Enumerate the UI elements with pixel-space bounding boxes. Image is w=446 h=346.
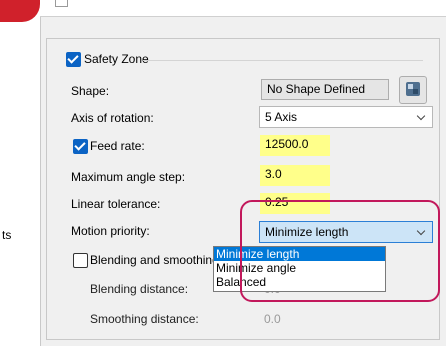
group-divider [143,60,423,61]
blending-checkbox[interactable] [73,253,88,268]
left-panel-text: ts [2,228,12,242]
blending-label: Blending and smoothing [90,253,219,267]
axis-value: 5 Axis [265,110,298,124]
cube-icon [406,82,420,96]
axis-label: Axis of rotation: [71,111,154,125]
motion-priority-select[interactable]: Minimize length [259,221,433,243]
motion-priority-dropdown: Minimize length Minimize angle Balanced [213,246,386,292]
max-angle-step-label: Maximum angle step: [71,170,186,184]
linear-tolerance-label: Linear tolerance: [71,197,161,211]
linear-tolerance-field[interactable]: 0.25 [260,193,330,214]
smoothing-distance-field[interactable]: 0.0 [260,309,324,329]
blending-distance-label: Blending distance: [90,282,189,296]
top-strip [40,0,446,17]
top-checkbox[interactable] [55,0,68,7]
max-angle-step-field[interactable]: 3.0 [260,165,330,186]
smoothing-distance-label: Smoothing distance: [90,312,199,326]
chevron-down-icon [416,226,426,236]
feed-rate-field[interactable]: 12500.0 [260,135,330,156]
chevron-down-icon [416,111,426,121]
dropdown-option-minimize-angle[interactable]: Minimize angle [214,261,385,275]
shape-label: Shape: [71,84,110,98]
dropdown-option-balanced[interactable]: Balanced [214,275,385,289]
feed-rate-checkbox[interactable] [73,139,88,154]
group-title: Safety Zone [84,52,149,66]
safety-zone-checkbox[interactable] [66,52,81,67]
axis-select[interactable]: 5 Axis [259,106,433,128]
dropdown-option-minimize-length[interactable]: Minimize length [214,247,385,261]
safety-zone-group: Safety Zone Shape: No Shape Defined Axis… [46,38,440,340]
motion-priority-value: Minimize length [265,225,349,239]
feed-rate-label: Feed rate: [90,139,145,153]
shape-button[interactable]: No Shape Defined [261,79,389,100]
left-panel: ts [0,0,41,346]
shape-picker-button[interactable] [399,76,427,104]
motion-priority-label: Motion priority: [71,224,150,238]
